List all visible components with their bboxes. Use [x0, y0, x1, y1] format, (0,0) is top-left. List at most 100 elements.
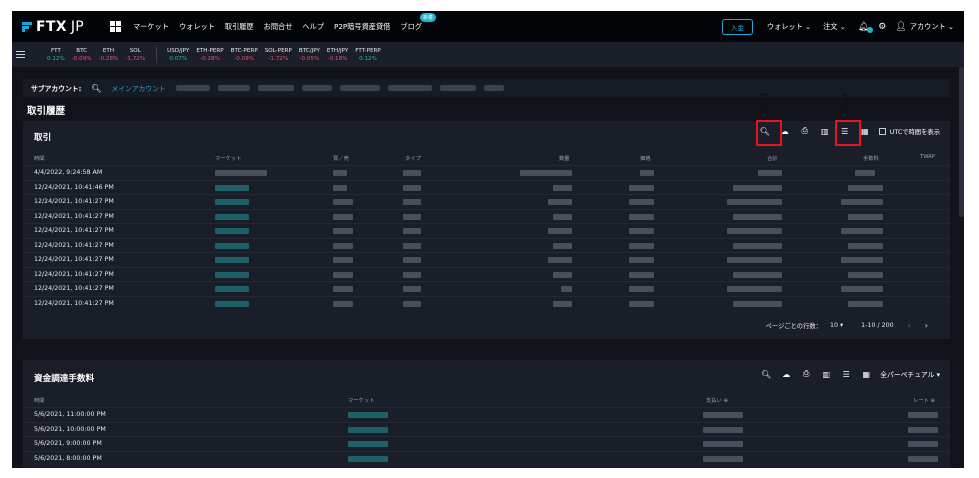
col-time[interactable]: 時間: [34, 154, 45, 162]
col-side[interactable]: 買／売: [333, 154, 349, 162]
ftx-logo[interactable]: FTX JP: [22, 19, 84, 35]
print-icon[interactable]: ⎙: [799, 126, 811, 136]
logo-text: FTX: [36, 18, 67, 35]
nav-p2p-lending[interactable]: P2P暗号資産貸借: [334, 22, 390, 32]
rows-per-page-select[interactable]: 10 ▾: [830, 322, 843, 329]
subaccount-item[interactable]: [217, 85, 250, 91]
wallet-dropdown[interactable]: ウォレット ⌄: [767, 22, 811, 32]
search-icon[interactable]: 🔍︎: [91, 84, 101, 93]
table-row[interactable]: 12/24/2021, 10:41:27 PM: [23, 223, 950, 238]
funding-table-header: 時間 マーケット 支払い ⊕ レート ⊕: [23, 396, 950, 406]
subaccount-item[interactable]: [339, 85, 380, 91]
table-row[interactable]: 12/24/2021, 10:41:27 PM: [23, 295, 950, 311]
subaccount-main[interactable]: メインアカウント: [111, 83, 165, 93]
row-time: 12/24/2021, 10:41:27 PM: [34, 227, 114, 234]
bell-icon[interactable]: 🔔︎: [858, 22, 874, 33]
print-icon[interactable]: ⎙: [800, 369, 812, 379]
calendar-icon[interactable]: ▦: [860, 370, 872, 379]
ticker-change: -0.09%: [71, 55, 92, 62]
funding-toolbar: 🔍︎ ☁ ⎙ ▥ ☰ ▦ 全パーペチュアル ▾: [752, 369, 940, 379]
ticker-name: FTT-PERP: [355, 47, 381, 54]
funding-panel: 資金調達手数料 🔍︎ ☁ ⎙ ▥ ☰ ▦ 全パーペチュアル ▾ 時間 マーケット…: [23, 360, 950, 468]
order-dropdown[interactable]: 注文 ⌄: [823, 22, 846, 32]
ticker-name: BTC: [76, 47, 88, 54]
table-row[interactable]: 12/24/2021, 10:41:27 PM: [23, 194, 950, 209]
ticker-usdjpy[interactable]: USD/JPY 0.07%: [167, 47, 189, 63]
col-payment[interactable]: 支払い ⊕: [706, 396, 728, 404]
nav-wallet[interactable]: ウォレット: [179, 22, 215, 32]
table-row[interactable]: 5/6/2021, 9:00:00 PM: [23, 436, 950, 451]
account-dropdown[interactable]: アカウント ⌄: [910, 22, 954, 32]
subaccount-item[interactable]: [483, 85, 504, 91]
col-size[interactable]: 数量: [559, 154, 570, 162]
col-time[interactable]: 時間: [34, 396, 45, 404]
deposit-button[interactable]: 入金: [721, 18, 753, 35]
next-page-button[interactable]: ›: [925, 321, 928, 330]
ticker-sol[interactable]: SOL -1.72%: [125, 47, 145, 63]
nav-contact[interactable]: お問合せ: [264, 22, 293, 32]
col-total[interactable]: 合計: [767, 154, 778, 162]
col-market[interactable]: マーケット: [348, 396, 375, 404]
ticker-btc-perp[interactable]: BTC-PERP -0.09%: [231, 47, 258, 63]
nav-help[interactable]: ヘルプ: [302, 22, 324, 32]
subaccount-item[interactable]: [175, 85, 210, 91]
subaccount-item[interactable]: [439, 85, 476, 91]
nav-trade-history[interactable]: 取引履歴: [225, 22, 254, 32]
trades-rows: 4/4/2022, 9:24:58 AM 12/24/2021, 10:41:4…: [23, 165, 950, 310]
trades-table-header: 時間 マーケット 買／売 タイプ 数量 価格 合計 手数料 TWAP: [23, 154, 950, 164]
gear-icon[interactable]: ⚙: [878, 22, 886, 32]
nav-markets[interactable]: マーケット: [133, 22, 169, 32]
ticker-btc[interactable]: BTC -0.09%: [72, 47, 92, 63]
prev-page-button[interactable]: ‹: [908, 321, 911, 330]
filter-icon[interactable]: ☰: [840, 370, 852, 379]
ticker-btcjpy[interactable]: BTC/JPY -0.05%: [299, 47, 320, 63]
col-fee[interactable]: 手数料: [863, 154, 879, 162]
table-row[interactable]: 12/24/2021, 10:41:46 PM: [23, 179, 950, 195]
row-time: 12/24/2021, 10:41:27 PM: [34, 212, 114, 220]
ticker-change: -1.72%: [125, 55, 146, 62]
table-row[interactable]: 12/24/2021, 10:41:27 PM: [23, 266, 950, 282]
apps-grid-icon[interactable]: [109, 21, 121, 32]
subaccount-item[interactable]: [301, 85, 332, 91]
ticker-eth-perp[interactable]: ETH-PERP -0.28%: [196, 47, 223, 63]
perpetual-filter-select[interactable]: 全パーペチュアル ▾: [880, 369, 940, 379]
col-rate[interactable]: レート ⊕: [913, 396, 935, 404]
ticker-ftt[interactable]: FTT 0.12%: [47, 47, 65, 63]
ticker-name: USD/JPY: [167, 47, 190, 54]
columns-icon[interactable]: ▥: [820, 370, 832, 379]
hamburger-menu-icon[interactable]: [16, 49, 25, 61]
table-row[interactable]: 5/6/2021, 10:00:00 PM: [23, 421, 950, 437]
highlight-box-download: [756, 120, 782, 146]
table-row[interactable]: 5/6/2021, 8:00:00 PM: [23, 450, 950, 466]
table-row[interactable]: 5/6/2021, 11:00:00 PM: [23, 407, 950, 422]
col-market[interactable]: マーケット: [215, 154, 242, 162]
subaccount-bar: サブアカウント: 🔍︎ メインアカウント: [23, 79, 950, 97]
table-row[interactable]: 4/4/2022, 9:24:58 AM: [23, 165, 950, 180]
col-price[interactable]: 価格: [640, 154, 651, 162]
ticker-ftt-perp[interactable]: FTT-PERP 0.12%: [355, 47, 381, 63]
subaccount-item[interactable]: [387, 85, 432, 91]
table-row[interactable]: 12/24/2021, 10:41:27 PM: [23, 281, 950, 296]
ticker-ethjpy[interactable]: ETH/JPY -0.18%: [327, 47, 348, 63]
utc-checkbox[interactable]: [878, 127, 886, 135]
download-cloud-icon[interactable]: ☁: [780, 370, 792, 379]
ticker-change: -0.05%: [299, 55, 320, 62]
columns-icon[interactable]: ▥: [819, 127, 831, 136]
search-icon[interactable]: 🔍︎: [760, 370, 772, 379]
utc-toggle[interactable]: UTCで時間を表示: [878, 127, 940, 136]
col-type[interactable]: タイプ: [405, 154, 421, 162]
annotation-number-2: 2: [759, 90, 772, 112]
ticker-eth[interactable]: ETH -0.28%: [99, 47, 119, 63]
nav-blog[interactable]: ブログ 新着: [400, 12, 436, 32]
ticker-change: -0.18%: [327, 55, 348, 62]
app-window: FTX JP マーケット ウォレット 取引履歴 お問合せ ヘルプ P2P暗号資産…: [12, 11, 964, 468]
table-row[interactable]: 12/24/2021, 10:41:27 PM: [23, 208, 950, 224]
table-row[interactable]: 12/24/2021, 10:41:27 PM: [23, 252, 950, 267]
subaccount-item[interactable]: [257, 85, 294, 91]
ticker-sol-perp[interactable]: SOL-PERP -1.72%: [265, 47, 292, 63]
new-badge: 新着: [419, 12, 436, 22]
ticker-name: ETH: [102, 47, 115, 54]
col-twap[interactable]: TWAP: [920, 154, 935, 160]
ticker-change: 0.07%: [169, 55, 188, 62]
table-row[interactable]: 12/24/2021, 10:41:27 PM: [23, 237, 950, 253]
